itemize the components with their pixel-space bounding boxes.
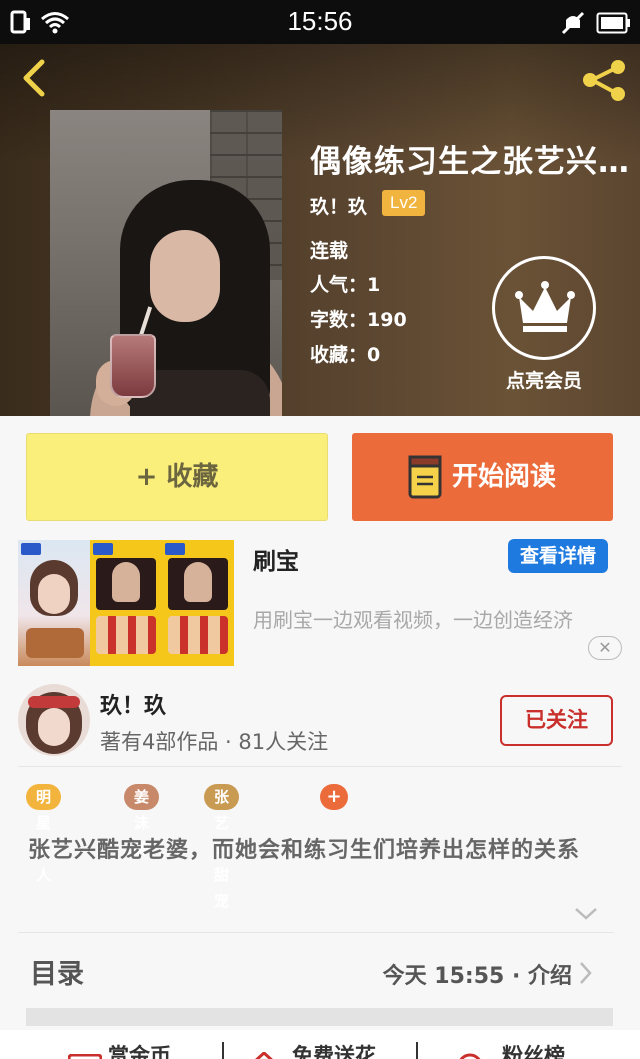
- mute-icon: [561, 11, 585, 35]
- book-title: 偶像练习生之张艺兴…: [310, 144, 630, 180]
- vip-label[interactable]: 点亮会员: [490, 366, 598, 393]
- toc-row[interactable]: 目录 今天 15:55 · 介绍: [0, 940, 640, 1004]
- divider: [18, 932, 614, 933]
- fan-ranking-button[interactable]: 粉丝榜: [502, 1040, 565, 1059]
- follow-button[interactable]: 已关注: [500, 695, 613, 746]
- tag-chip[interactable]: 姜沫碎: [124, 784, 160, 858]
- ad-thumbnail[interactable]: [90, 540, 162, 666]
- book-header: 偶像练习生之张艺兴… 玖！玖 Lv2 连载 人气：1 字数：190 收藏：0 点…: [0, 44, 640, 416]
- share-icon[interactable]: [578, 56, 630, 104]
- ad-banner[interactable]: 刷宝 查看详情 用刷宝一边观看视频，一边创造经济 ✕: [0, 536, 640, 670]
- add-tag-button[interactable]: +: [320, 784, 348, 810]
- status-bar: 15:56: [0, 0, 640, 44]
- back-icon[interactable]: [16, 58, 50, 98]
- favorite-button[interactable]: + 收藏: [26, 433, 328, 521]
- battery-icon: [596, 12, 630, 34]
- avatar[interactable]: [18, 684, 90, 756]
- flower-icon: [255, 1052, 273, 1059]
- book-favorites: 收藏：0: [310, 344, 381, 366]
- chevron-right-icon: [580, 962, 592, 984]
- book-word-count: 字数：190: [310, 309, 407, 331]
- reward-coins-button[interactable]: 赏金币: [108, 1040, 171, 1059]
- vip-button[interactable]: [492, 256, 596, 360]
- ad-thumbnail[interactable]: [18, 540, 90, 666]
- book-icon: [408, 455, 442, 499]
- tag-chip[interactable]: 张艺兴甜宠: [204, 784, 240, 910]
- author-name[interactable]: 玖！玖: [100, 688, 166, 720]
- divider: [18, 766, 622, 767]
- author-row[interactable]: 玖！玖 著有4部作品 · 81人关注 已关注: [0, 674, 640, 766]
- fan-rank-icon: [459, 1053, 481, 1059]
- chevron-down-icon[interactable]: [574, 906, 598, 922]
- crown-icon: [515, 281, 575, 332]
- ad-thumbnail[interactable]: [162, 540, 234, 666]
- ad-close-button[interactable]: ✕: [588, 636, 622, 660]
- tag-chip[interactable]: 明星同人: [26, 784, 62, 884]
- author-meta: 著有4部作品 · 81人关注: [100, 730, 329, 754]
- ad-detail-button[interactable]: 查看详情: [508, 539, 608, 573]
- level-badge: Lv2: [382, 190, 426, 216]
- book-status: 连载: [310, 240, 349, 262]
- start-reading-label: 开始阅读: [452, 462, 557, 492]
- section-divider: [26, 1008, 613, 1026]
- book-author[interactable]: 玖！玖: [310, 192, 367, 219]
- synopsis: 张艺兴酷宠老婆，而她会和练习生们培养出怎样的关系: [28, 838, 581, 863]
- start-reading-button[interactable]: 开始阅读: [352, 433, 613, 521]
- ad-title[interactable]: 刷宝: [253, 542, 299, 576]
- book-cover: [50, 110, 282, 416]
- coin-icon: [68, 1054, 102, 1059]
- toc-update: 今天 15:55 · 介绍: [382, 964, 572, 989]
- status-time: 15:56: [287, 6, 353, 36]
- book-popularity: 人气：1: [310, 274, 381, 296]
- bottom-action-bar: 赏金币 免费送花 粉丝榜: [0, 1030, 640, 1059]
- send-flowers-button[interactable]: 免费送花: [292, 1040, 376, 1059]
- ad-description: 用刷宝一边观看视频，一边创造经济: [253, 608, 573, 632]
- toc-title: 目录: [30, 959, 84, 990]
